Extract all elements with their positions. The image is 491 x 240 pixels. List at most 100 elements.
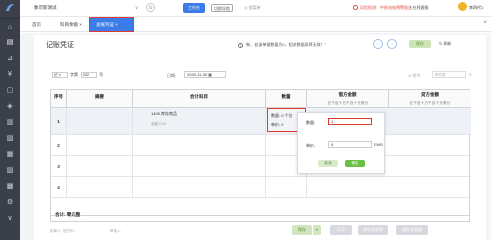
summary-cell[interactable] <box>67 177 133 197</box>
total-row: 合计: 零元整 <box>50 208 470 222</box>
table-row[interactable]: 3 <box>51 156 471 177</box>
reviewer-label: 审核人: <box>110 229 122 233</box>
calendar-icon[interactable]: ▦ <box>5 150 15 160</box>
tab-account-balance[interactable]: 科目余额 × <box>60 20 82 30</box>
voucher-icon[interactable]: ▤ <box>5 38 15 48</box>
switch-nav-button[interactable]: 切换导航 <box>211 4 233 12</box>
date-label: 日期: <box>167 73 177 78</box>
previous-voucher-button[interactable]: ← <box>373 39 383 49</box>
debit-digit-header: 亿千百十万千百十元角分 <box>327 101 369 105</box>
chevron-down-icon[interactable]: ∨ <box>313 225 321 235</box>
service-label: 在线客服 <box>412 5 429 10</box>
voucher-word-select[interactable]: 记 ∨ <box>52 72 68 78</box>
tab-general-voucher[interactable]: 总账凭证 × <box>89 17 134 32</box>
table-row[interactable]: 1 1405 库存商品 余额:0.00 数量: 0 个位 单价: 0 <box>51 108 471 135</box>
column-header-qty: 数量 <box>266 90 307 108</box>
account-cell[interactable] <box>133 156 266 176</box>
attach-label-text: 附件 <box>412 73 421 78</box>
account-value: 1405 库存商品 <box>151 111 178 116</box>
tabs-bar: 首页 科目余额 × 总账凭证 × × <box>20 17 491 32</box>
price-line: 单价: 0 <box>271 122 284 127</box>
warning-icon <box>353 5 358 10</box>
user-name[interactable]: 李四代1 <box>469 5 483 11</box>
invoice-icon[interactable]: ▧ <box>5 134 15 144</box>
settings-icon[interactable]: ⚙ <box>5 198 15 208</box>
save-top-button[interactable]: 保存 <box>409 40 431 48</box>
sidebar-separator <box>0 18 20 19</box>
save-and-new-button[interactable]: 保存并新增 <box>358 225 388 235</box>
refresh-button[interactable]: ↻ 刷新 <box>439 41 451 47</box>
column-header-summary: 摘要 <box>67 90 133 108</box>
tax-icon[interactable]: ◈ <box>5 102 15 112</box>
main-content: 记账凭证 i "新、若该单据数量为0，相关数据采将无效！" ← → 保存 ↻ 刷新… <box>20 33 491 240</box>
attachment-count-input[interactable]: 附件数 <box>432 71 466 78</box>
tab-active-label: 总账凭证 <box>96 22 114 27</box>
tip-text: i "新、若该单据数量为0，相关数据采将无效！" <box>238 42 326 48</box>
popup-price-input[interactable]: 0 <box>328 141 372 148</box>
word-select-value: 记 <box>54 73 58 77</box>
company-name[interactable]: 象可新测试 <box>34 5 57 11</box>
summary-cell[interactable] <box>67 156 133 176</box>
paperclip-icon[interactable]: ⌕ <box>469 72 472 78</box>
date-input[interactable]: 2020-11-30 ▦ <box>184 71 226 78</box>
risk-alert-link[interactable]: 风险检测：中低电电预警报告 <box>353 5 412 11</box>
voucher-card: 记账凭证 i "新、若该单据数量为0，相关数据采将无效！" ← → 保存 ↻ 刷新… <box>34 35 486 240</box>
summary-cell[interactable] <box>67 108 133 134</box>
bar-icon[interactable]: ▩ <box>5 182 15 192</box>
qty-popup: 数量: 1 单价: 0 RMB 取消 确定 <box>297 112 385 174</box>
table-row[interactable]: 4 <box>51 177 471 198</box>
search-icon[interactable]: ◎ 搜菜单 <box>244 5 261 11</box>
tab-home[interactable]: 首页 <box>32 20 41 30</box>
row-number: 1 <box>51 108 67 134</box>
cancel-button[interactable]: 取消 <box>318 160 338 167</box>
credit-digit-header: 亿千百十万千百十元角分 <box>409 101 451 105</box>
chart-icon[interactable]: ⊿ <box>5 54 15 64</box>
avatar[interactable] <box>458 2 467 11</box>
qty-line: 数量: 0 个位 <box>271 113 293 118</box>
money-icon[interactable]: ¥ <box>5 70 15 80</box>
account-cell[interactable] <box>133 135 266 155</box>
date-value: 2020-11-30 <box>187 72 208 77</box>
online-service-link[interactable]: ◔ 在线客服 <box>409 5 429 11</box>
row-number: 4 <box>51 177 67 197</box>
company-settings-icon[interactable]: ⊙ <box>146 3 155 12</box>
popup-unit: RMB <box>374 142 383 147</box>
table-row[interactable]: 2 <box>51 135 471 156</box>
box-icon[interactable]: ▢ <box>5 86 15 96</box>
tip-label: "新、若该单据数量为0，相关数据采将无效！" <box>245 42 327 47</box>
qty-cell[interactable] <box>266 177 307 197</box>
page-title: 记账凭证 <box>46 42 74 49</box>
row-number: 3 <box>51 156 67 176</box>
home-icon[interactable]: ⌂ <box>5 23 15 33</box>
voucher-word-group: 记 ∨ 字第 002 号 <box>50 72 103 78</box>
risk-alert-label: 风险检测：中低电电预警报告 <box>360 5 412 10</box>
account-cell[interactable] <box>133 177 266 197</box>
word-suffix: 字第 <box>70 72 78 77</box>
attachment-label: ⊘ 附件 <box>408 73 421 78</box>
tab-balance-label: 科目余额 <box>60 22 78 27</box>
close-icon[interactable]: × <box>483 20 487 26</box>
refresh-label: 刷新 <box>443 41 452 46</box>
print-button[interactable]: 打印 <box>330 225 352 235</box>
workbench-button[interactable]: 工作台 <box>183 3 205 13</box>
maker-label: 制单人: 张四代1 <box>50 229 75 233</box>
save-and-copy-button[interactable]: 保存并复制 <box>396 225 428 235</box>
info-icon: i <box>238 43 243 48</box>
popup-qty-label: 数量: <box>306 120 316 125</box>
row-number: 2 <box>51 135 67 155</box>
summary-cell[interactable] <box>67 135 133 155</box>
doc-icon[interactable]: ▨ <box>5 166 15 176</box>
column-header-seq: 序号 <box>51 90 67 108</box>
voucher-number-input[interactable]: 002 <box>81 72 98 78</box>
logo-icon <box>4 2 16 14</box>
more-icon[interactable]: ∨ <box>5 214 15 224</box>
popup-qty-input[interactable]: 1 <box>328 118 372 125</box>
next-voucher-button[interactable]: → <box>387 39 397 49</box>
save-button[interactable]: 保存 <box>292 225 312 235</box>
popup-price-label: 单价: <box>306 143 316 148</box>
confirm-button[interactable]: 确定 <box>345 160 365 167</box>
chevron-down-icon[interactable]: ∨ <box>135 5 138 11</box>
top-header: 象可新测试 ∨ ⊙ 工作台 切换导航 ◎ 搜菜单 风险检测：中低电电预警报告 ◔… <box>20 0 491 17</box>
account-balance: 余额:0.00 <box>151 122 166 126</box>
report-icon[interactable]: ▥ <box>5 118 15 128</box>
